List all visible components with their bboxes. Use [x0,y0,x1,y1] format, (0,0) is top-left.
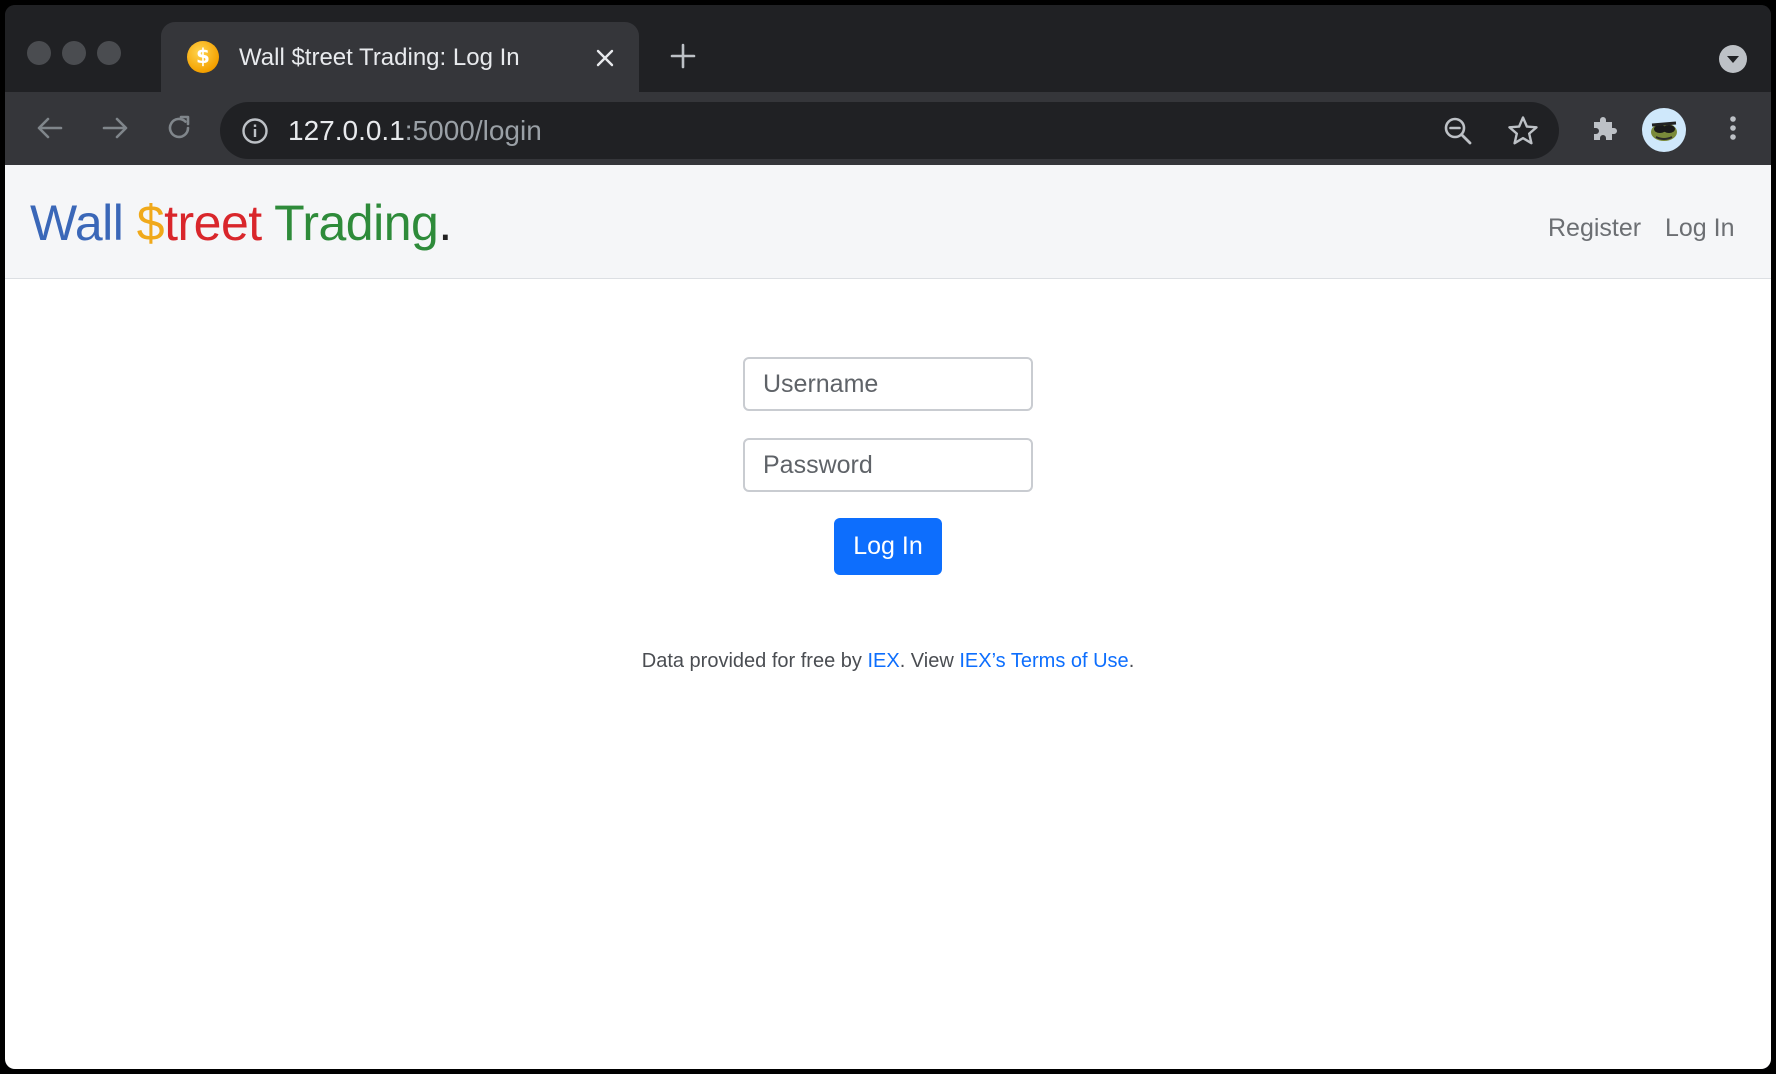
url-path: :5000/login [404,115,542,146]
nav-register-link[interactable]: Register [1548,213,1641,243]
avatar-image [1651,121,1677,141]
iex-terms-link[interactable]: IEX’s Terms of Use [959,650,1128,672]
iex-link[interactable]: IEX [867,650,899,672]
browser-window: $ Wall $treet Trading: Log In 127.0.0.1:… [5,5,1771,1069]
url-text: 127.0.0.1:5000/login [288,115,542,147]
brand-dollar-symbol: $ [136,195,165,251]
username-input[interactable] [743,357,1033,411]
tab-search-icon[interactable] [1718,44,1748,74]
back-arrow-icon[interactable] [34,112,66,144]
tab-strip: $ Wall $treet Trading: Log In [5,5,1771,92]
brand-street-rest: treet [164,195,262,251]
brand-dot: . [438,195,452,251]
footer-middle: . View [899,650,954,672]
login-submit-button[interactable]: Log In [834,518,942,575]
brand-word-wall: Wall [30,195,124,251]
minimize-window-button[interactable] [62,41,86,65]
footer-prefix: Data provided for free by [641,650,862,672]
star-icon[interactable] [1506,114,1540,148]
reload-icon[interactable] [163,112,195,144]
close-window-button[interactable] [27,41,51,65]
tab-title: Wall $treet Trading: Log In [239,44,520,71]
address-bar[interactable]: 127.0.0.1:5000/login [220,102,1559,159]
browser-toolbar: 127.0.0.1:5000/login [5,92,1771,165]
profile-avatar[interactable] [1642,108,1686,152]
browser-tab[interactable]: $ Wall $treet Trading: Log In [161,22,639,92]
favicon-glyph: $ [196,44,210,68]
brand-logo-link[interactable]: Wall $treet Trading. [30,193,452,253]
brand-word-street: $treet [137,195,262,251]
url-host: 127.0.0.1 [288,115,405,146]
maximize-window-button[interactable] [97,41,121,65]
puzzle-icon[interactable] [1589,112,1621,144]
forward-arrow-icon[interactable] [99,112,131,144]
info-icon[interactable] [240,116,270,146]
password-input[interactable] [743,438,1033,492]
site-navbar: Wall $treet Trading. Register Log In [5,165,1771,279]
close-tab-icon[interactable] [595,48,615,68]
new-tab-icon[interactable] [670,43,696,69]
zoom-out-icon[interactable] [1442,115,1474,147]
footer-suffix: . [1128,650,1135,672]
brand-word-trading: Trading [274,195,439,251]
nav-login-link[interactable]: Log In [1665,213,1735,243]
footer-attribution: Data provided for free by IEX. View IEX’… [5,649,1771,673]
page-viewport: Wall $treet Trading. Register Log In Log… [5,165,1771,1069]
kebab-menu-icon[interactable] [1717,112,1749,144]
favicon-icon: $ [187,41,219,73]
